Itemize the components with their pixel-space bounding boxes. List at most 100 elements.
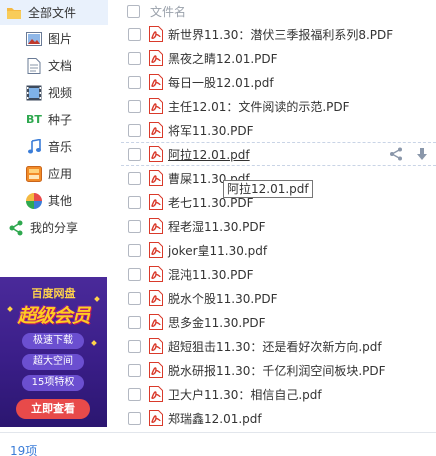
file-checkbox[interactable] <box>128 75 141 89</box>
pdf-file-icon <box>149 74 163 90</box>
sidebar-item-other[interactable]: 其他 <box>0 188 108 213</box>
file-name[interactable]: 脱水研报11.30：千亿利润空间板块.PDF <box>168 362 386 379</box>
sidebar: 全部文件 图片 文档 视频 BT 种子 音乐 应用 其他 我的分享 百度网盘 超… <box>0 0 110 430</box>
file-row[interactable]: 超短狙击11.30：还是看好次新方向.pdf <box>121 334 436 358</box>
sidebar-item-my-share[interactable]: 我的分享 <box>0 215 108 240</box>
file-name[interactable]: joker皇11.30.pdf <box>168 242 267 259</box>
file-name[interactable]: 混沌11.30.PDF <box>168 266 254 283</box>
file-name[interactable]: 思多金11.30.PDF <box>168 314 266 331</box>
file-name[interactable]: 将军11.30.PDF <box>168 122 254 139</box>
sidebar-item-label: 其他 <box>48 194 73 208</box>
banner-feature: 超大空间 <box>22 354 84 370</box>
file-name[interactable]: 程老湿11.30.PDF <box>168 218 266 235</box>
banner-title: 百度网盘 <box>31 287 76 300</box>
svip-banner[interactable]: 百度网盘 超级会员 极速下载 超大空间 15项特权 立即查看 <box>0 277 107 427</box>
file-row[interactable]: 阿拉12.01.pdf <box>121 142 436 166</box>
banner-cta-button[interactable]: 立即查看 <box>16 399 90 419</box>
sidebar-item-music[interactable]: 音乐 <box>0 134 108 159</box>
file-checkbox[interactable] <box>128 219 141 233</box>
file-row[interactable]: 程老湿11.30.PDF <box>121 214 436 238</box>
sidebar-item-documents[interactable]: 文档 <box>0 53 108 78</box>
pdf-file-icon <box>149 122 163 138</box>
pdf-file-icon <box>149 218 163 234</box>
sidebar-item-videos[interactable]: 视频 <box>0 80 108 105</box>
file-row[interactable]: 主任12.01：文件阅读的示范.PDF <box>121 94 436 118</box>
pdf-file-icon <box>149 146 163 162</box>
sidebar-item-apps[interactable]: 应用 <box>0 161 108 186</box>
file-row[interactable]: 卫大户11.30：相信自己.pdf <box>121 382 436 406</box>
file-row[interactable]: 黑夜之睛12.01.PDF <box>121 46 436 70</box>
file-checkbox[interactable] <box>128 51 141 65</box>
file-name[interactable]: 超短狙击11.30：还是看好次新方向.pdf <box>168 338 382 355</box>
file-row[interactable]: joker皇11.30.pdf <box>121 238 436 262</box>
folder-icon <box>6 5 22 21</box>
status-bar: 19项 <box>0 432 436 456</box>
file-list-header: 文件名 <box>121 0 436 22</box>
file-checkbox[interactable] <box>128 195 141 209</box>
sidebar-item-all-files[interactable]: 全部文件 <box>0 0 108 25</box>
sidebar-item-label: 我的分享 <box>30 221 79 235</box>
pdf-file-icon <box>149 26 163 42</box>
file-checkbox[interactable] <box>128 387 141 401</box>
pdf-file-icon <box>149 50 163 66</box>
file-row[interactable]: 脱水研报11.30：千亿利润空间板块.PDF <box>121 358 436 382</box>
image-icon <box>26 31 42 47</box>
file-checkbox[interactable] <box>128 243 141 257</box>
document-icon <box>26 57 42 74</box>
file-name[interactable]: 阿拉12.01.pdf <box>168 146 250 163</box>
pdf-file-icon <box>149 410 163 426</box>
file-row[interactable]: 郑瑞鑫12.01.pdf <box>121 406 436 430</box>
pdf-file-icon <box>149 386 163 402</box>
row-actions <box>388 146 430 162</box>
pdf-file-icon <box>149 194 163 210</box>
select-all-checkbox[interactable] <box>127 4 140 18</box>
sidebar-item-label: 种子 <box>48 113 73 127</box>
file-checkbox[interactable] <box>128 27 141 41</box>
share-icon[interactable] <box>388 146 404 162</box>
file-name[interactable]: 新世界11.30：潜伏三季报福利系列8.PDF <box>168 26 393 43</box>
file-row[interactable]: 混沌11.30.PDF <box>121 262 436 286</box>
video-icon <box>26 85 42 101</box>
file-checkbox[interactable] <box>128 267 141 281</box>
file-checkbox[interactable] <box>128 171 141 185</box>
file-name[interactable]: 卫大户11.30：相信自己.pdf <box>168 386 322 403</box>
file-row[interactable]: 将军11.30.PDF <box>121 118 436 142</box>
pdf-file-icon <box>149 98 163 114</box>
sidebar-item-torrents[interactable]: BT 种子 <box>0 107 108 132</box>
file-name[interactable]: 脱水个股11.30.PDF <box>168 290 278 307</box>
sidebar-item-images[interactable]: 图片 <box>0 26 108 51</box>
file-checkbox[interactable] <box>128 315 141 329</box>
sidebar-item-label: 应用 <box>48 167 73 181</box>
share-icon <box>8 220 24 236</box>
file-row[interactable]: 每日一股12.01.pdf <box>121 70 436 94</box>
download-icon[interactable] <box>414 146 430 162</box>
file-checkbox[interactable] <box>128 291 141 305</box>
banner-feature: 15项特权 <box>22 375 84 391</box>
pdf-file-icon <box>149 338 163 354</box>
app-icon <box>26 165 42 182</box>
file-row[interactable]: 新世界11.30：潜伏三季报福利系列8.PDF <box>121 22 436 46</box>
file-checkbox[interactable] <box>128 363 141 377</box>
file-row[interactable]: 思多金11.30.PDF <box>121 310 436 334</box>
file-name[interactable]: 主任12.01：文件阅读的示范.PDF <box>168 98 350 115</box>
sidebar-item-label: 图片 <box>48 32 73 46</box>
sidebar-item-label: 视频 <box>48 86 73 100</box>
pdf-file-icon <box>149 170 163 186</box>
banner-headline: 超级会员 <box>17 305 90 327</box>
file-checkbox[interactable] <box>128 339 141 353</box>
file-name[interactable]: 郑瑞鑫12.01.pdf <box>168 410 262 427</box>
file-checkbox[interactable] <box>128 123 141 137</box>
bt-icon: BT <box>26 113 42 126</box>
pdf-file-icon <box>149 242 163 258</box>
sparkle-icon <box>91 340 97 346</box>
file-row[interactable]: 脱水个股11.30.PDF <box>121 286 436 310</box>
filename-tooltip: 阿拉12.01.pdf <box>223 180 313 198</box>
column-header-filename[interactable]: 文件名 <box>150 3 186 20</box>
file-name[interactable]: 黑夜之睛12.01.PDF <box>168 50 278 67</box>
file-checkbox[interactable] <box>128 411 141 425</box>
item-count: 19项 <box>10 444 38 456</box>
banner-feature: 极速下载 <box>22 333 84 349</box>
file-checkbox[interactable] <box>128 147 141 161</box>
file-name[interactable]: 每日一股12.01.pdf <box>168 74 274 91</box>
file-checkbox[interactable] <box>128 99 141 113</box>
